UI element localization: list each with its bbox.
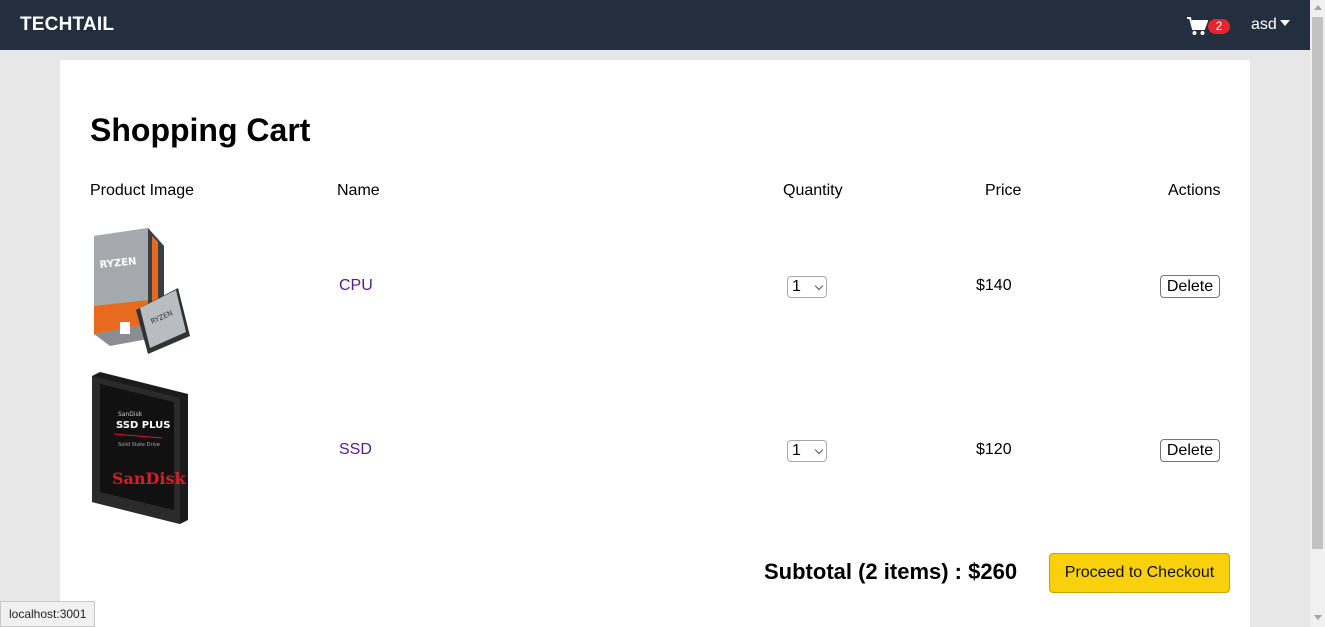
product-name-link[interactable]: CPU: [339, 277, 373, 295]
delete-button[interactable]: Delete: [1160, 275, 1220, 298]
quantity-value: 1: [792, 442, 801, 459]
cart-link[interactable]: 2: [1186, 16, 1232, 38]
price-value: $120: [976, 441, 1012, 458]
product-name-link[interactable]: SSD: [339, 441, 372, 459]
sandisk-ssd-image: SanDisk SSD PLUS Solid State Drive SanDi…: [92, 372, 188, 524]
scrollbar-thumb[interactable]: [1312, 17, 1323, 549]
header-product-image: Product Image: [90, 182, 195, 199]
brand-logo[interactable]: TECHTAIL: [20, 14, 114, 36]
quantity-select[interactable]: 1: [787, 276, 827, 298]
header-price: Price: [985, 182, 1022, 199]
table-row: SanDisk SSD PLUS Solid State Drive SanDi…: [60, 372, 1250, 524]
cart-container: Shopping Cart Product Image Name Quantit…: [60, 60, 1250, 627]
vertical-scrollbar[interactable]: [1310, 0, 1325, 627]
scroll-down-icon[interactable]: [1314, 615, 1322, 620]
user-name: asd: [1251, 16, 1277, 33]
top-navbar: TECHTAIL 2 asd: [0, 0, 1310, 50]
header-name: Name: [337, 182, 380, 199]
proceed-to-checkout-button[interactable]: Proceed to Checkout: [1049, 553, 1230, 593]
delete-button[interactable]: Delete: [1160, 439, 1220, 462]
table-row: RYZEN RYZEN CPU 1 $140 Delete: [60, 226, 1250, 376]
header-quantity: Quantity: [783, 182, 843, 199]
status-bar-url: localhost:3001: [0, 601, 96, 627]
caret-down-icon: [1279, 20, 1290, 26]
scroll-up-icon[interactable]: [1314, 5, 1322, 10]
cart-count-badge: 2: [1208, 19, 1230, 34]
chevron-down-icon: [814, 281, 824, 291]
svg-text:SSD PLUS: SSD PLUS: [116, 420, 170, 431]
shopping-cart-icon: [1187, 17, 1208, 35]
user-menu-dropdown[interactable]: asd: [1251, 16, 1290, 34]
chevron-down-icon: [814, 445, 824, 455]
ryzen-cpu-box-image: RYZEN RYZEN: [94, 228, 190, 354]
price-value: $140: [976, 277, 1012, 294]
quantity-value: 1: [792, 278, 801, 295]
svg-text:SanDisk: SanDisk: [112, 469, 187, 488]
subtotal-text: Subtotal (2 items) : $260: [764, 559, 1018, 584]
svg-text:SanDisk: SanDisk: [118, 411, 143, 418]
svg-text:Solid State Drive: Solid State Drive: [118, 442, 160, 448]
quantity-select[interactable]: 1: [787, 440, 827, 462]
header-actions: Actions: [1168, 182, 1221, 199]
page-title: Shopping Cart: [90, 112, 311, 148]
